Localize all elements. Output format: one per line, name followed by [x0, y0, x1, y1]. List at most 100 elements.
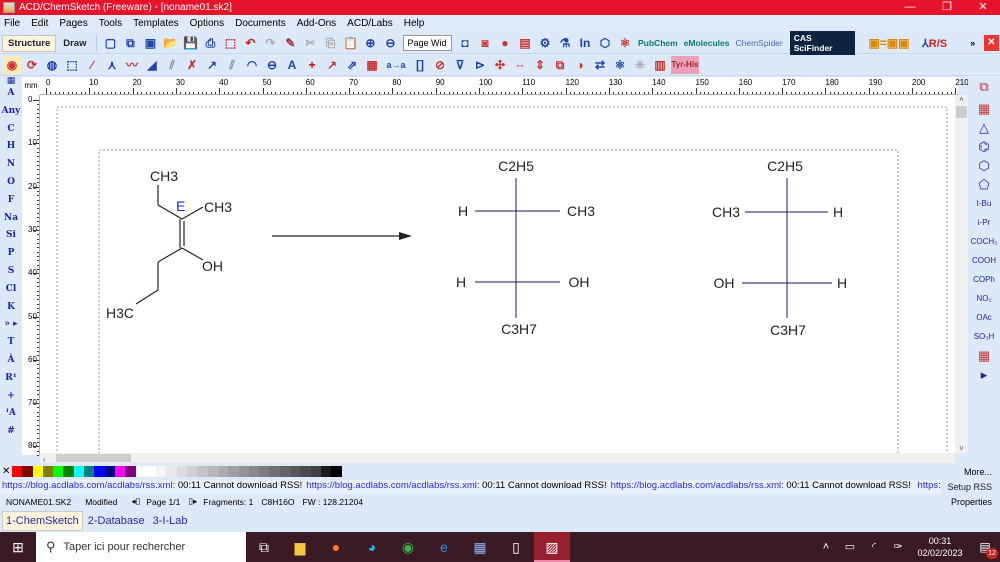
horizontal-scrollbar[interactable]: ‹: [40, 453, 955, 464]
bond-type-icon[interactable]: ✗: [183, 56, 201, 74]
firefox-icon[interactable]: ●: [318, 532, 354, 562]
template-button[interactable]: COCH₃: [968, 232, 1000, 251]
template-window-icon[interactable]: ⧉: [968, 77, 1000, 96]
atom-button[interactable]: C: [0, 121, 22, 139]
template-button[interactable]: ⬠: [968, 175, 1000, 194]
color-swatch[interactable]: [228, 466, 239, 477]
rs-stereo-button[interactable]: ⅄R/S: [922, 37, 947, 50]
3d-view-icon[interactable]: ◘: [456, 34, 474, 52]
template-button[interactable]: i-Pr: [968, 213, 1000, 232]
color-swatch[interactable]: [331, 466, 342, 477]
template-button[interactable]: ⌬: [968, 137, 1000, 156]
drawing-canvas[interactable]: CH3 E CH3 OH H3C C2H5 H CH3 H OH C3H7 C2…: [40, 95, 955, 453]
internet-explorer-icon[interactable]: e: [426, 532, 462, 562]
notifications-icon[interactable]: ▤ 12: [970, 532, 1000, 562]
properties-icon[interactable]: ⚙: [536, 34, 554, 52]
tab-database[interactable]: 2-Database: [85, 512, 148, 530]
atom-button[interactable]: K: [0, 299, 22, 317]
cut-icon[interactable]: ✂: [301, 34, 319, 52]
toolbar-scroll-icon[interactable]: ▦: [0, 77, 22, 86]
new-page-icon[interactable]: ▢: [101, 34, 119, 52]
compare-structures-icon[interactable]: ▣=▣▣: [860, 34, 918, 52]
close-button[interactable]: ✕: [968, 0, 998, 15]
atom-button[interactable]: #: [0, 423, 22, 441]
flip-top-icon[interactable]: ⊽: [451, 56, 469, 74]
structure-mode-button[interactable]: Structure: [2, 34, 57, 52]
atom-button[interactable]: ᴵA: [0, 405, 22, 423]
rotate-icon[interactable]: ⟳: [23, 56, 41, 74]
color-swatch[interactable]: [63, 466, 74, 477]
task-view-icon[interactable]: ⧉: [246, 532, 282, 562]
template-button[interactable]: ▸: [968, 365, 1000, 384]
branch-icon[interactable]: ⋏: [103, 56, 121, 74]
color-swatch[interactable]: [42, 466, 54, 477]
atom-button[interactable]: A: [0, 85, 22, 103]
3d-rotate-icon[interactable]: ◍: [43, 56, 61, 74]
menu-options[interactable]: Options: [190, 18, 224, 29]
color-swatch[interactable]: [22, 466, 33, 477]
color-swatch[interactable]: [135, 466, 146, 477]
atom-button[interactable]: Any: [0, 103, 22, 121]
name-icon[interactable]: ⚗: [556, 34, 574, 52]
spectrum-icon[interactable]: ▤: [516, 34, 534, 52]
color-swatch[interactable]: [176, 466, 188, 477]
template-button[interactable]: ⬡: [968, 156, 1000, 175]
menu-edit[interactable]: Edit: [31, 18, 48, 29]
select-icon[interactable]: ◉: [3, 56, 21, 74]
color-swatch[interactable]: [248, 466, 260, 477]
file-explorer-icon[interactable]: ▆: [282, 532, 318, 562]
scroll-thumb[interactable]: [56, 454, 131, 462]
close-document-icon[interactable]: ✕: [983, 35, 999, 51]
menu-documents[interactable]: Documents: [235, 18, 286, 29]
show-hidden-icons[interactable]: ˄: [814, 532, 838, 562]
atom-ring-icon[interactable]: ⊖: [263, 56, 281, 74]
toolbar-overflow-icon[interactable]: »: [964, 34, 981, 52]
app-icon[interactable]: ▦: [462, 532, 498, 562]
atom-mapping-icon[interactable]: a→a: [383, 56, 409, 74]
print-icon[interactable]: ⎙: [201, 34, 219, 52]
arrow-bond-icon[interactable]: ↗: [203, 56, 221, 74]
scroll-up-icon[interactable]: ˄: [955, 95, 968, 104]
template-button[interactable]: SO₃H: [968, 327, 1000, 346]
undo-icon[interactable]: ↶: [241, 34, 259, 52]
template-button[interactable]: OAc: [968, 308, 1000, 327]
color-swatch[interactable]: [104, 466, 115, 477]
reaction-center-icon[interactable]: ⇗: [343, 56, 361, 74]
atom-button[interactable]: Ȧ: [0, 352, 22, 370]
table-icon[interactable]: ▦: [363, 56, 381, 74]
minimize-button[interactable]: —: [895, 0, 925, 15]
chemsketch-taskbar-icon[interactable]: ▨: [534, 532, 570, 562]
chain-draw-icon[interactable]: 〰: [123, 56, 141, 74]
check-icon[interactable]: ▥: [651, 56, 669, 74]
menu-acdlabs[interactable]: ACD/Labs: [347, 18, 393, 29]
template-button[interactable]: NO₂: [968, 289, 1000, 308]
flip-icon[interactable]: ✣: [491, 56, 509, 74]
atom-button[interactable]: H: [0, 138, 22, 156]
zoom-out-icon[interactable]: ⊖: [381, 34, 399, 52]
stereo-icon[interactable]: ✳: [631, 56, 649, 74]
menu-file[interactable]: File: [4, 18, 20, 29]
charge-icon[interactable]: +: [303, 56, 321, 74]
pen-icon[interactable]: ✑: [886, 532, 910, 562]
template-button[interactable]: t-Bu: [968, 194, 1000, 213]
atom-button[interactable]: Cl: [0, 281, 22, 299]
chrome-icon[interactable]: ◉: [390, 532, 426, 562]
setup-rss-button[interactable]: Setup RSS: [941, 480, 1000, 494]
tautomer-icon[interactable]: ⚛: [616, 34, 634, 52]
menu-help[interactable]: Help: [404, 18, 425, 29]
rss-link[interactable]: https://blog.acdlabs.com/acdlabs/rss.xml…: [2, 480, 175, 491]
dative-bond-icon[interactable]: ⫽: [223, 56, 241, 74]
template-button[interactable]: ▦: [968, 346, 1000, 365]
zoom-select[interactable]: Page Wid: [403, 35, 452, 51]
remove-explicit-icon[interactable]: ⊘: [431, 56, 449, 74]
ring-icon[interactable]: ◠: [243, 56, 261, 74]
color-swatch[interactable]: [187, 466, 198, 477]
wifi-icon[interactable]: ◜: [862, 532, 886, 562]
atom-button[interactable]: P: [0, 245, 22, 263]
color-swatch[interactable]: [279, 466, 291, 477]
menu-tools[interactable]: Tools: [99, 18, 122, 29]
atom-button[interactable]: N: [0, 156, 22, 174]
battery-icon[interactable]: ▭: [838, 532, 862, 562]
tab-i-lab[interactable]: 3-I-Lab: [150, 512, 191, 530]
atom-button[interactable]: » ▸: [0, 316, 22, 334]
